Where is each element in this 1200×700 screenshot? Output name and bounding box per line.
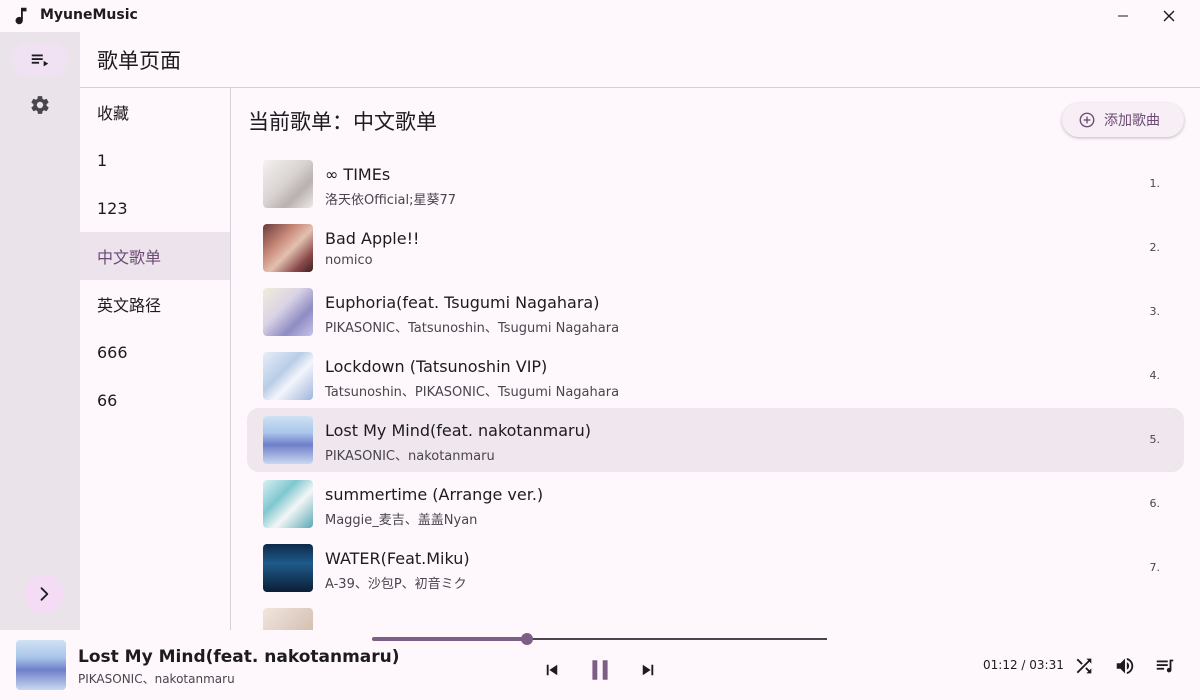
song-artist: PIKASONIC、Tatsunoshin、Tsugumi Nagahara <box>325 321 620 336</box>
song-index: 6. <box>1149 497 1161 510</box>
song-artist: 洛天依Official;星葵77 <box>325 193 457 208</box>
page-title: 歌单页面 <box>97 49 181 73</box>
gear-icon <box>31 96 49 114</box>
song-index: 1. <box>1149 177 1161 190</box>
playlist-item-english-path[interactable]: 英文路径 <box>80 280 230 328</box>
song-index: 2. <box>1149 241 1161 254</box>
playlist-item-666[interactable]: 666 <box>80 328 230 376</box>
nav-settings[interactable] <box>12 89 68 121</box>
album-cover <box>263 224 313 272</box>
close-button[interactable] <box>1146 0 1192 32</box>
song-row[interactable]: Bad Apple!! nomico 2. <box>247 216 1184 280</box>
pause-icon <box>592 660 608 680</box>
add-song-label: 添加歌曲 <box>1104 113 1160 129</box>
title-bar: MyuneMusic <box>0 0 1200 32</box>
song-artist: A-39、沙包P、初音ミク <box>325 577 467 592</box>
song-title: WATER(Feat.Miku) <box>325 549 470 568</box>
song-artist: PIKASONIC、nakotanmaru <box>325 449 495 464</box>
minimize-button[interactable] <box>1100 0 1146 32</box>
shuffle-button[interactable] <box>1072 654 1096 678</box>
song-index: 3. <box>1149 305 1161 318</box>
playlist-item-chinese[interactable]: 中文歌单 <box>80 232 230 280</box>
playlist-item-label: 英文路径 <box>97 296 162 315</box>
progress-fill <box>372 637 527 641</box>
previous-button[interactable] <box>536 656 568 684</box>
queue-button[interactable] <box>1153 654 1177 678</box>
song-artist: Tatsunoshin、PIKASONIC、Tsugumi Nagahara <box>325 385 620 400</box>
chevron-right-icon <box>40 587 49 601</box>
song-index: 5. <box>1149 433 1161 446</box>
song-row[interactable]: Euphoria(feat. Tsugumi Nagahara) PIKASON… <box>247 280 1184 344</box>
volume-button[interactable] <box>1113 654 1137 678</box>
add-circle-icon <box>1079 112 1095 128</box>
playlist-item-favorites[interactable]: 收藏 <box>80 88 230 136</box>
album-cover <box>263 480 313 528</box>
player-bar: Lost My Mind(feat. nakotanmaru) PIKASONI… <box>0 630 1200 700</box>
playlist-item-label: 666 <box>97 342 128 362</box>
album-cover <box>263 416 313 464</box>
song-list: ∞ TIMEs 洛天依Official;星葵77 1. Bad Apple!! … <box>247 152 1184 630</box>
song-index: 4. <box>1149 369 1161 382</box>
shuffle-icon <box>1076 658 1092 674</box>
playlist-item-label: 66 <box>97 390 118 410</box>
song-title: summertime (Arrange ver.) <box>325 485 544 504</box>
close-icon <box>1163 10 1175 22</box>
pause-button[interactable] <box>584 656 616 684</box>
progress-thumb[interactable] <box>520 633 533 645</box>
song-title: Lockdown (Tatsunoshin VIP) <box>325 357 548 376</box>
album-cover <box>263 160 313 208</box>
playlist-item-label: 收藏 <box>97 104 130 123</box>
playlist-list: 收藏 1 123 中文歌单 英文路径 666 66 <box>80 88 230 630</box>
album-cover <box>263 288 313 336</box>
expand-rail-button[interactable] <box>24 574 64 614</box>
song-artist: nomico <box>325 253 373 268</box>
current-playlist-title: 当前歌单：中文歌单 <box>248 110 437 134</box>
minimize-icon <box>1118 15 1128 17</box>
now-playing-artist: PIKASONIC、nakotanmaru <box>78 672 235 686</box>
queue-music-icon <box>31 54 49 67</box>
song-artist: Maggie_麦吉、盖盖Nyan <box>325 513 478 528</box>
song-row[interactable]: ∞ TIMEs 洛天依Official;星葵77 1. <box>247 152 1184 216</box>
song-row[interactable]: Lockdown (Tatsunoshin VIP) Tatsunoshin、P… <box>247 344 1184 408</box>
queue-icon <box>1156 659 1174 673</box>
playlist-item-label: 中文歌单 <box>97 248 162 267</box>
album-cover <box>263 352 313 400</box>
song-row-partial[interactable] <box>247 600 1184 630</box>
app-title: MyuneMusic <box>40 7 138 23</box>
playlist-item-66[interactable]: 66 <box>80 376 230 424</box>
add-song-button[interactable]: 添加歌曲 <box>1062 103 1184 137</box>
playlist-item-123[interactable]: 123 <box>80 184 230 232</box>
playlist-item-label: 1 <box>97 150 108 170</box>
song-title: Euphoria(feat. Tsugumi Nagahara) <box>325 293 600 312</box>
nav-playlists[interactable] <box>12 44 68 76</box>
navigation-rail <box>0 32 80 630</box>
now-playing-title: Lost My Mind(feat. nakotanmaru) <box>78 647 400 667</box>
volume-icon <box>1116 657 1134 675</box>
skip-next-icon <box>642 664 654 676</box>
song-row[interactable]: summertime (Arrange ver.) Maggie_麦吉、盖盖Ny… <box>247 472 1184 536</box>
header-divider <box>80 87 1200 88</box>
album-cover <box>263 544 313 592</box>
song-title: Lost My Mind(feat. nakotanmaru) <box>325 421 591 440</box>
playlist-item-label: 123 <box>97 198 128 218</box>
playlist-item-1[interactable]: 1 <box>80 136 230 184</box>
now-playing-cover <box>16 640 66 690</box>
song-row-selected[interactable]: Lost My Mind(feat. nakotanmaru) PIKASONI… <box>247 408 1184 472</box>
song-index: 7. <box>1149 561 1161 574</box>
progress-slider[interactable] <box>372 633 827 645</box>
next-button[interactable] <box>632 656 664 684</box>
song-title: Bad Apple!! <box>325 229 420 248</box>
song-title: ∞ TIMEs <box>325 165 391 184</box>
album-cover <box>263 608 313 630</box>
music-note-icon <box>15 7 27 25</box>
song-row[interactable]: WATER(Feat.Miku) A-39、沙包P、初音ミク 7. <box>247 536 1184 600</box>
skip-previous-icon <box>546 664 558 676</box>
list-divider <box>230 88 231 630</box>
playback-time: 01:12 / 03:31 <box>983 658 1064 672</box>
